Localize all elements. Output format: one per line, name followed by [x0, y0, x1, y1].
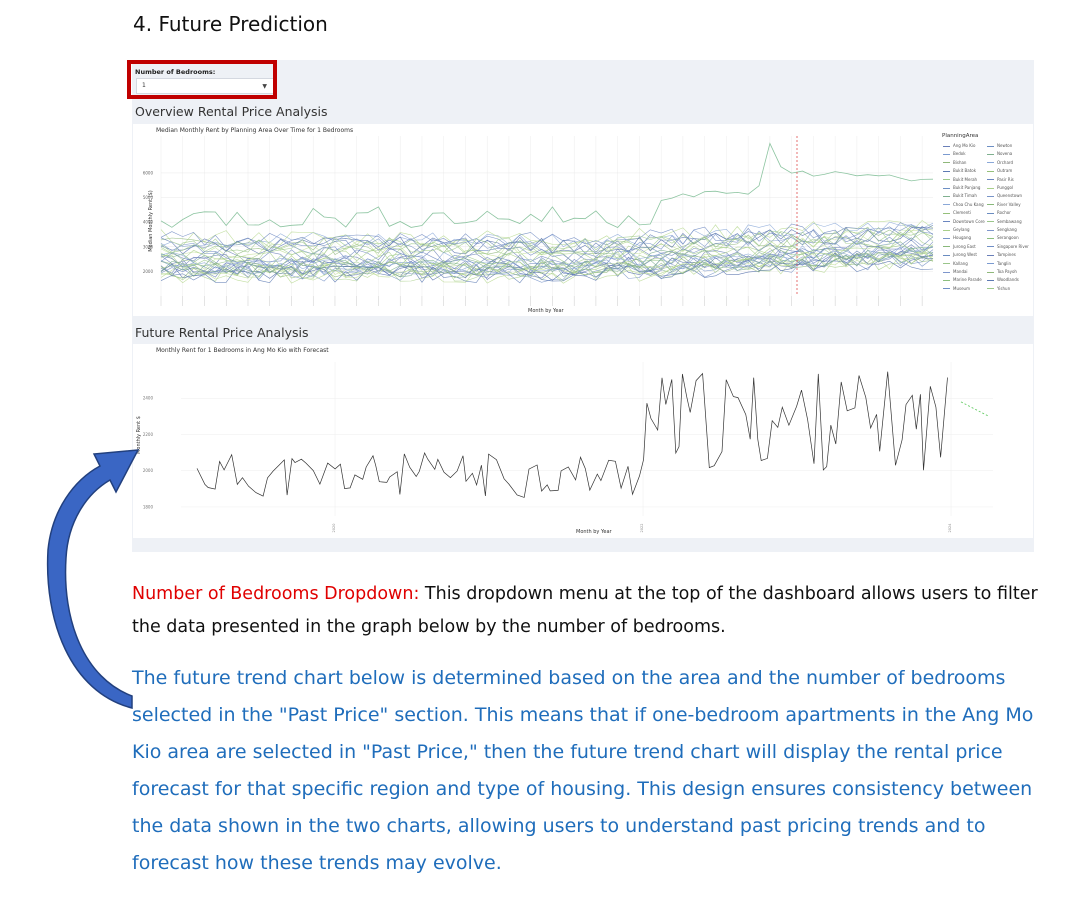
dropdown-description: Number of Bedrooms Dropdown: This dropdo…: [132, 578, 1052, 644]
overview-section-title: Overview Rental Price Analysis: [135, 104, 328, 119]
document-heading: 4. Future Prediction: [133, 12, 328, 36]
future-x-ticks: 2020 2022 2024: [332, 523, 952, 533]
highlight-red-box: [127, 60, 277, 99]
x-tick-label: 2024: [948, 523, 952, 533]
y-tick-label: 4000: [143, 220, 154, 225]
overview-y-ticks: 2000 3000 4000 5000 6000: [143, 170, 154, 273]
series-line: [160, 142, 934, 228]
y-tick-label: 5000: [143, 195, 154, 200]
future-grid: [181, 362, 993, 516]
future-forecast-line: [960, 401, 990, 417]
overview-grid: [160, 136, 933, 296]
curved-arrow-shape: [46, 449, 140, 709]
future-section-title: Future Rental Price Analysis: [135, 325, 309, 340]
overview-series-lines: [160, 142, 934, 284]
y-tick-label: 2400: [143, 396, 154, 401]
y-tick-label: 6000: [143, 170, 154, 175]
future-chart: 1800200022002400 2020 2022 2024: [143, 362, 993, 533]
dropdown-description-label: Number of Bedrooms Dropdown:: [132, 584, 420, 604]
overview-chart: 2000 3000 4000 5000 6000: [143, 136, 934, 306]
x-tick-label: 2022: [640, 524, 644, 533]
y-tick-label: 2000: [143, 269, 154, 274]
x-tick-label: 2020: [332, 524, 336, 533]
y-tick-label: 3000: [143, 244, 154, 249]
future-trend-description: The future trend chart below is determin…: [132, 667, 1034, 874]
overview-x-ticks: [160, 296, 923, 306]
